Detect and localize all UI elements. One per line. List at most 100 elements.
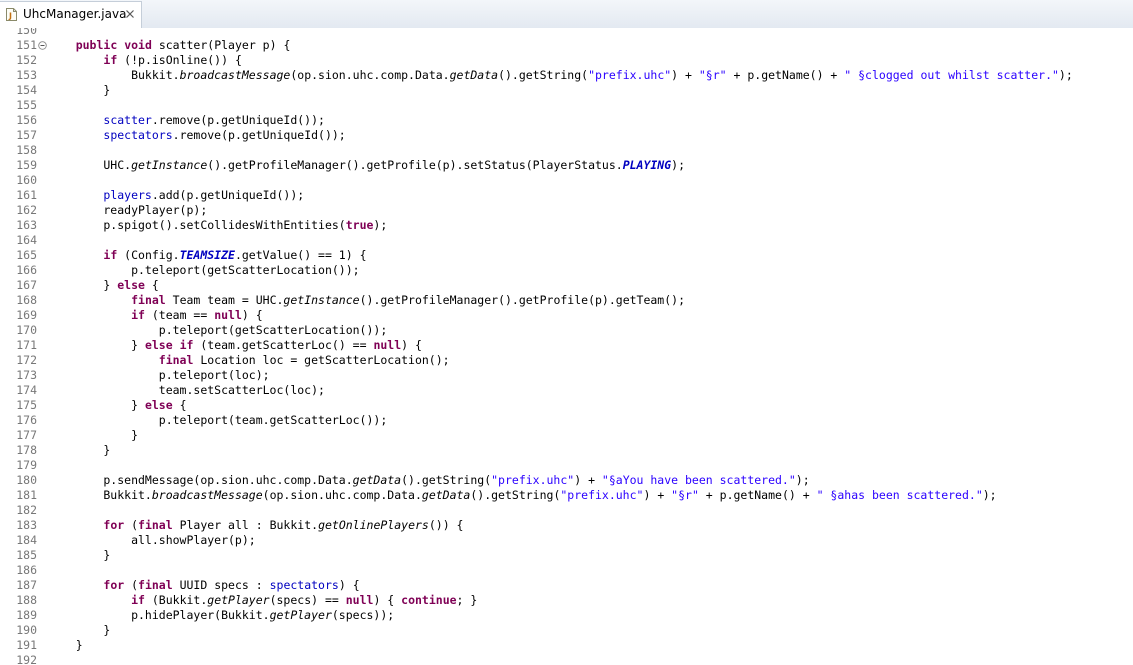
code-token: getPlayer [269,608,332,622]
line-code[interactable]: p.teleport(getScatterLocation()); [48,263,359,278]
line-code[interactable]: for (final UUID specs : spectators) { [48,578,359,593]
code-token: else [144,398,173,412]
code-token: { [144,278,159,292]
svg-text:J: J [8,12,12,21]
code-token: TEAMSIZE [179,248,235,262]
code-line: 190 } [0,623,1133,638]
line-code[interactable]: } else { [48,398,187,413]
line-code[interactable]: final Location loc = getScatterLocation(… [48,353,450,368]
line-code[interactable]: } else { [48,278,159,293]
code-token: p.teleport(team.getScatterLoc()); [48,413,388,427]
line-code[interactable]: public void scatter(Player p) { [48,38,291,53]
line-number: 186 [16,563,37,577]
line-code[interactable]: p.teleport(team.getScatterLoc()); [48,413,388,428]
line-code[interactable]: } [48,83,110,98]
line-number: 169 [16,308,37,322]
code-line: 172 final Location loc = getScatterLocat… [0,353,1133,368]
code-token: } [48,428,139,442]
line-code[interactable]: spectators.remove(p.getUniqueId()); [48,128,345,143]
line-code[interactable]: UHC.getInstance().getProfileManager().ge… [48,158,685,173]
line-code[interactable]: team.setScatterLoc(loc); [48,383,325,398]
code-line: 169 if (team == null) { [0,308,1133,323]
code-token: null [373,338,402,352]
code-line: 180 p.sendMessage(op.sion.uhc.comp.Data.… [0,473,1133,488]
line-number: 172 [16,353,37,367]
code-token: final [158,353,194,367]
code-token: else [144,338,173,352]
code-line: 184 all.showPlayer(p); [0,533,1133,548]
line-code[interactable]: final Team team = UHC.getInstance().getP… [48,293,685,308]
code-line: 162 readyPlayer(p); [0,203,1133,218]
tab-title: UhcManager.java [23,7,127,21]
line-code[interactable]: if (Config.TEAMSIZE.getValue() == 1) { [48,248,366,263]
line-code[interactable]: Bukkit.broadcastMessage(op.sion.uhc.comp… [48,488,996,503]
line-code[interactable]: for (final Player all : Bukkit.getOnline… [48,518,463,533]
code-line: 175 } else { [0,398,1133,413]
code-line: 189 p.hidePlayer(Bukkit.getPlayer(specs)… [0,608,1133,623]
code-line: 188 if (Bukkit.getPlayer(specs) == null)… [0,593,1133,608]
code-line: 176 p.teleport(team.getScatterLoc()); [0,413,1133,428]
code-token: Bukkit. [48,68,180,82]
line-code[interactable]: scatter.remove(p.getUniqueId()); [48,113,325,128]
code-token: (team == [144,308,215,322]
code-line: 150 [0,28,1133,38]
line-number: 191 [16,638,37,652]
collapse-fold-icon[interactable] [38,41,47,50]
code-line: 151 public void scatter(Player p) { [0,38,1133,53]
code-token: ()) { [428,518,464,532]
line-code[interactable]: p.teleport(getScatterLocation()); [48,323,388,338]
line-code[interactable]: p.teleport(loc); [48,368,270,383]
line-code[interactable]: p.spigot().setCollidesWithEntities(true)… [48,218,387,233]
close-icon[interactable] [124,8,136,20]
line-code[interactable]: p.sendMessage(op.sion.uhc.comp.Data.getD… [48,473,809,488]
line-code[interactable]: if (Bukkit.getPlayer(specs) == null) { c… [48,593,477,608]
line-code[interactable]: if (team == null) { [48,308,263,323]
code-token: spectators [269,578,339,592]
code-editor[interactable]: 150 151 public void scatter(Player p) {15… [0,28,1133,665]
code-line: 187 for (final UUID specs : spectators) … [0,578,1133,593]
code-token: true [345,218,374,232]
line-code[interactable]: } [48,428,138,443]
code-token: p.teleport(getScatterLocation()); [48,323,388,337]
code-token: } [48,83,111,97]
line-code[interactable]: if (!p.isOnline()) { [48,53,242,68]
code-token: PLAYING [622,158,672,172]
line-code[interactable]: all.showPlayer(p); [48,533,256,548]
code-token: "prefix.uhc" [588,68,672,82]
line-number: 152 [16,53,37,67]
code-token: + p.getName() + [726,68,845,82]
code-token: (op.sion.uhc.comp.Data. [290,68,450,82]
code-token: players [103,188,152,202]
code-token: team.setScatterLoc(loc); [48,383,325,397]
code-token: (!p.isOnline()) { [117,53,242,67]
line-code[interactable]: } [48,443,110,458]
line-code[interactable]: players.add(p.getUniqueId()); [48,188,304,203]
line-number: 163 [16,218,37,232]
line-number: 164 [16,233,37,247]
line-number: 157 [16,128,37,142]
line-code[interactable]: } [48,548,110,563]
code-token: .remove(p.getUniqueId()); [151,113,325,127]
code-token: ); [373,218,388,232]
code-token: { [172,398,187,412]
code-token: ) + [574,473,602,487]
line-number: 189 [16,608,37,622]
code-token: (specs) == [269,593,346,607]
code-token: } [48,398,145,412]
line-code[interactable]: } [48,638,83,653]
line-code[interactable]: p.hidePlayer(Bukkit.getPlayer(specs)); [48,608,394,623]
line-code[interactable]: } [48,623,110,638]
tab-uhcmanager-java[interactable]: J UhcManager.java [0,1,142,28]
line-number: 180 [16,473,37,487]
code-line: 179 [0,458,1133,473]
line-number: 187 [16,578,37,592]
code-token: } [48,278,118,292]
line-code[interactable]: Bukkit.broadcastMessage(op.sion.uhc.comp… [48,68,1073,83]
line-code[interactable]: } else if (team.getScatterLoc() == null)… [48,338,422,353]
code-line: 170 p.teleport(getScatterLocation()); [0,323,1133,338]
code-token: getData [449,68,499,82]
line-code[interactable]: readyPlayer(p); [48,203,207,218]
